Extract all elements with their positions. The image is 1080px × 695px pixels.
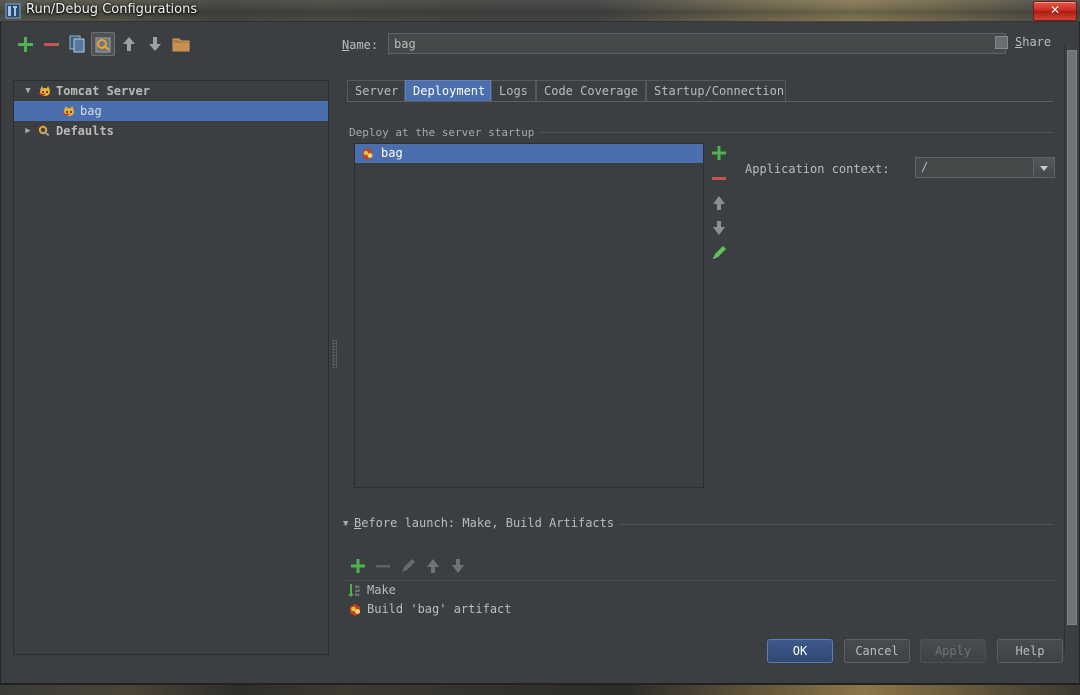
dialog-footer: OK Cancel Apply Help <box>1 627 1080 683</box>
share-label: Share <box>1015 34 1051 51</box>
remove-artifact-button[interactable] <box>709 168 729 188</box>
add-artifact-button[interactable] <box>709 143 729 163</box>
before-launch-item-build-artifact[interactable]: Build 'bag' artifact <box>343 600 1054 619</box>
bl-add-button[interactable] <box>347 555 369 577</box>
tree-item-label: bag <box>80 104 102 118</box>
edit-artifact-button[interactable] <box>709 243 729 263</box>
tree-item-tomcat-server[interactable]: ▼ Tomcat Server <box>14 81 328 101</box>
tabstrip: Server Deployment Logs Code Coverage Sta… <box>347 80 1053 102</box>
tomcat-icon <box>62 104 76 118</box>
tree-item-bag[interactable]: bag <box>14 101 328 121</box>
before-launch-item-label: Make <box>367 583 396 597</box>
configurations-toolbar <box>11 32 321 60</box>
artifact-icon <box>360 146 375 161</box>
apply-button[interactable]: Apply <box>920 639 986 663</box>
bl-move-down-button <box>447 555 469 577</box>
bl-move-up-button <box>422 555 444 577</box>
deployment-item-label: bag <box>381 146 403 160</box>
bl-edit-button <box>397 555 419 577</box>
deployment-list-item[interactable]: bag <box>355 144 703 163</box>
deploy-group-title: Deploy at the server startup <box>349 126 541 139</box>
tab-code-coverage[interactable]: Code Coverage <box>536 80 646 101</box>
artifact-icon <box>347 602 363 617</box>
chevron-down-icon[interactable]: ▼ <box>343 519 348 529</box>
before-launch-header[interactable]: ▼ Before launch: Make, Build Artifacts <box>343 516 1053 532</box>
tree-item-label: Tomcat Server <box>56 84 150 98</box>
deployment-artifacts-list[interactable]: bag <box>354 143 704 488</box>
application-context-combobox[interactable]: / <box>915 157 1055 178</box>
help-button[interactable]: Help <box>997 639 1063 663</box>
tab-deployment[interactable]: Deployment <box>405 80 491 101</box>
tree-item-label: Defaults <box>56 124 114 138</box>
tomcat-icon <box>38 84 52 98</box>
deployment-group: Deploy at the server startup bag Applica… <box>347 110 1055 510</box>
name-input[interactable] <box>388 33 1006 54</box>
svg-text:01: 01 <box>355 594 360 598</box>
before-launch-item-make[interactable]: 01 10 01 Make <box>343 581 1054 600</box>
add-configuration-button[interactable] <box>13 32 37 56</box>
name-label: Name: <box>342 38 378 52</box>
move-artifact-down-button[interactable] <box>709 218 729 238</box>
before-launch-title: Before launch: Make, Build Artifacts <box>354 516 621 530</box>
tab-logs[interactable]: Logs <box>491 80 536 101</box>
before-launch-title-rest: efore launch: Make, Build Artifacts <box>361 516 615 530</box>
window-title: Run/Debug Configurations <box>26 2 198 17</box>
name-label-rest: ame: <box>349 38 379 52</box>
run-debug-configurations-window: Run/Debug Configurations ✕ ▼ Tomcat Serv… <box>0 0 1080 687</box>
wrench-icon <box>38 124 52 138</box>
close-icon: ✕ <box>1049 3 1061 17</box>
intellij-icon <box>5 3 21 19</box>
tab-startup-connection[interactable]: Startup/Connection <box>646 80 786 101</box>
copy-configuration-button[interactable] <box>65 32 89 56</box>
ok-button[interactable]: OK <box>767 639 833 663</box>
application-context-value: / <box>921 160 929 174</box>
configuration-editor-panel: Name: Share Server Deployment Logs Code … <box>340 22 1060 685</box>
tree-item-defaults[interactable]: ▶ Defaults <box>14 121 328 141</box>
chevron-right-icon[interactable]: ▶ <box>22 121 34 141</box>
share-label-rest: hare <box>1022 35 1052 49</box>
vertical-scrollbar[interactable] <box>1064 44 1078 653</box>
splitter-grip-icon <box>332 339 337 369</box>
move-artifact-up-button[interactable] <box>709 193 729 213</box>
configurations-tree[interactable]: ▼ Tomcat Server bag ▶ Defaults <box>13 80 329 655</box>
bl-remove-button <box>372 555 394 577</box>
chevron-down-icon[interactable] <box>1033 158 1054 177</box>
window-titlebar: Run/Debug Configurations ✕ <box>0 0 1080 22</box>
before-launch-toolbar <box>347 555 547 577</box>
move-down-button[interactable] <box>143 32 167 56</box>
tab-server[interactable]: Server <box>347 80 405 101</box>
checkbox-box-icon[interactable] <box>995 36 1008 49</box>
make-icon: 01 10 01 <box>347 583 363 598</box>
close-button[interactable]: ✕ <box>1033 1 1077 21</box>
deployment-list-buttons <box>709 143 731 343</box>
chevron-down-icon[interactable]: ▼ <box>22 81 34 101</box>
scrollbar-thumb[interactable] <box>1067 50 1077 625</box>
before-launch-item-label: Build 'bag' artifact <box>367 602 512 616</box>
edit-defaults-button[interactable] <box>91 32 115 56</box>
remove-configuration-button[interactable] <box>39 32 63 56</box>
cancel-button[interactable]: Cancel <box>844 639 910 663</box>
application-context-label: Application context: <box>745 162 890 176</box>
move-up-button[interactable] <box>117 32 141 56</box>
dialog-body: ▼ Tomcat Server bag ▶ Defaults Name: bag… <box>0 22 1080 685</box>
folder-button[interactable] <box>169 32 193 56</box>
panel-splitter[interactable] <box>330 44 340 655</box>
